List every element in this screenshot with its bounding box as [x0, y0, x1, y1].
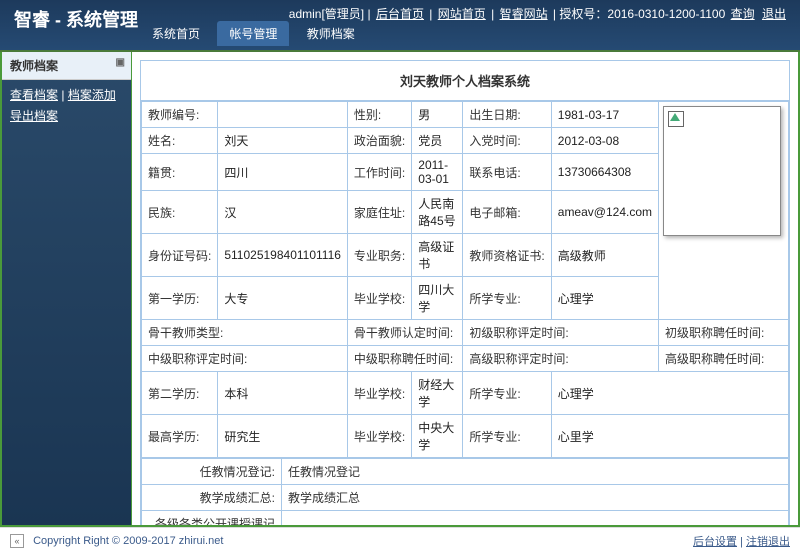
- sidebar-links: 查看档案 | 档案添加 导出档案: [2, 80, 131, 134]
- header-topbar: admin[管理员] | 后台首页 | 网站首页 | 智睿网站 | 授权号：20…: [289, 5, 788, 22]
- header-tabs: 系统首页 帐号管理 教师档案: [140, 21, 369, 46]
- table-row: 最高学历:研究生 毕业学校:中央大学 所学专业:心里学: [142, 415, 789, 458]
- table-row: 教学成绩汇总:教学成绩汇总: [142, 485, 789, 511]
- footer: « Copyright Right © 2009-2017 zhirui.net…: [0, 527, 800, 554]
- sidebar: 教师档案 查看档案 | 档案添加 导出档案: [2, 52, 132, 525]
- table-row: 教师编号: 性别:男 出生日期:1981-03-17: [142, 102, 789, 128]
- sidebar-link-add[interactable]: 档案添加: [68, 88, 116, 102]
- table-row: 第二学历:本科 毕业学校:财经大学 所学专业:心理学: [142, 372, 789, 415]
- auth-label: 授权号：: [559, 7, 607, 21]
- main: 教师档案 查看档案 | 档案添加 导出档案 刘天教师个人档案系统 教师编号: 性…: [0, 52, 800, 527]
- link-zhirui-site[interactable]: 智睿网站: [500, 7, 548, 21]
- admin-label: admin[管理员]: [289, 7, 364, 21]
- table-row: 中级职称评定时间: 中级职称聘任时间: 高级职称评定时间: 高级职称聘任时间:: [142, 346, 789, 372]
- sidebar-link-view[interactable]: 查看档案: [10, 88, 58, 102]
- extras-table: 任教情况登记:任教情况登记 教学成绩汇总:教学成绩汇总 各级各类公开课授课记录:…: [141, 458, 789, 525]
- table-row: 各级各类公开课授课记录:各级各类公开课授课记录: [142, 511, 789, 526]
- photo-placeholder: [663, 106, 781, 236]
- sidebar-title: 教师档案: [2, 52, 131, 80]
- link-backend-home[interactable]: 后台首页: [376, 7, 424, 21]
- profile-box: 刘天教师个人档案系统 教师编号: 性别:男 出生日期:1981-03-17 姓名…: [140, 60, 790, 525]
- footer-link-logout[interactable]: 注销退出: [746, 536, 790, 548]
- profile-title: 刘天教师个人档案系统: [141, 61, 789, 101]
- profile-table: 教师编号: 性别:男 出生日期:1981-03-17 姓名:刘天 政治面貌:党员…: [141, 101, 789, 458]
- link-site-home[interactable]: 网站首页: [438, 7, 486, 21]
- tab-teacher-archive[interactable]: 教师档案: [295, 21, 367, 46]
- footer-link-settings[interactable]: 后台设置: [693, 536, 737, 548]
- tab-system-home[interactable]: 系统首页: [140, 21, 212, 46]
- header: 智睿 - 系统管理 admin[管理员] | 后台首页 | 网站首页 | 智睿网…: [0, 0, 800, 52]
- link-logout[interactable]: 退出: [762, 7, 786, 21]
- table-row: 任教情况登记:任教情况登记: [142, 459, 789, 485]
- content: 刘天教师个人档案系统 教师编号: 性别:男 出生日期:1981-03-17 姓名…: [132, 52, 798, 525]
- tab-account-mgmt[interactable]: 帐号管理: [217, 21, 289, 46]
- table-row: 骨干教师类型: 骨干教师认定时间: 初级职称评定时间: 初级职称聘任时间:: [142, 320, 789, 346]
- copyright: Copyright Right © 2009-2017 zhirui.net: [33, 535, 223, 547]
- photo-cell: [659, 102, 789, 320]
- link-search[interactable]: 查询: [731, 7, 755, 21]
- auth-value: 2016-0310-1200-1100: [607, 7, 725, 21]
- sidebar-link-export[interactable]: 导出档案: [10, 109, 58, 123]
- collapse-icon[interactable]: «: [10, 534, 24, 548]
